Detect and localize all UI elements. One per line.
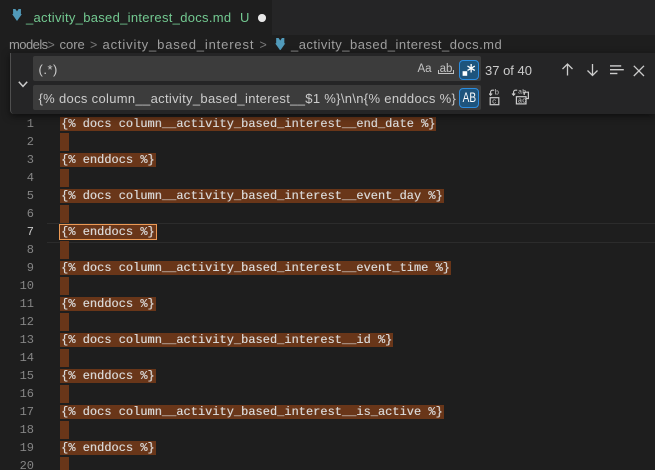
svg-text:b: b [494, 90, 499, 98]
svg-text:c: c [492, 98, 497, 106]
svg-text:ac: ac [518, 98, 526, 106]
